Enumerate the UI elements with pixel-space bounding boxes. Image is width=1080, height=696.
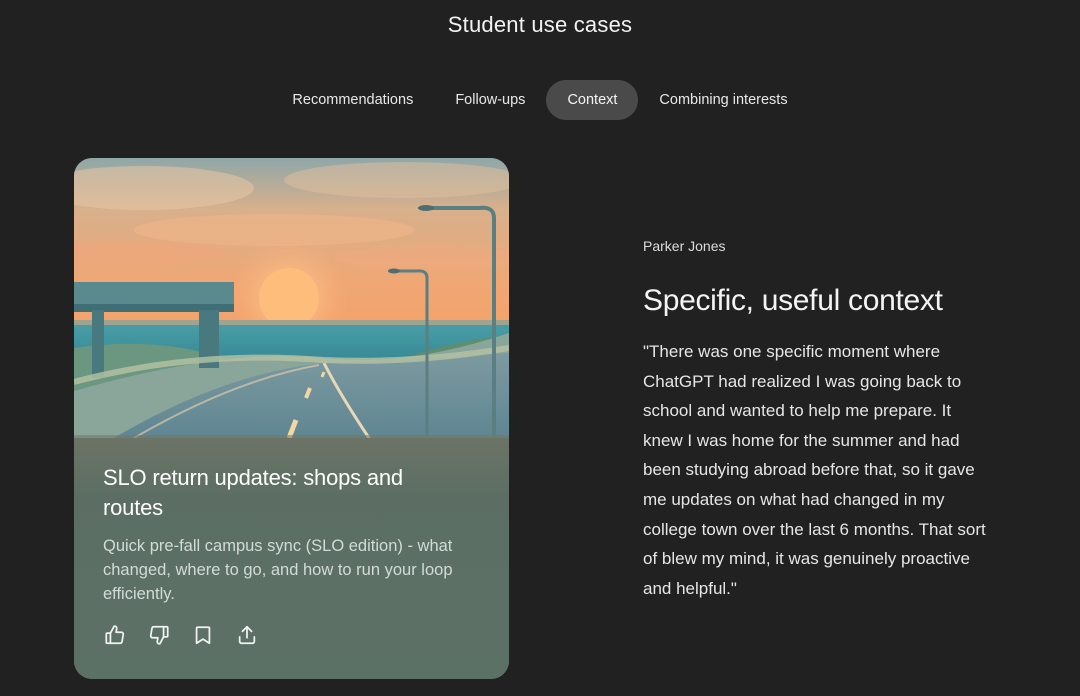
testimonial-quote: "There was one specific moment where Cha…: [643, 342, 986, 598]
use-case-card[interactable]: SLO return updates: shops and routes Qui…: [74, 158, 509, 679]
tab-follow-ups[interactable]: Follow-ups: [434, 80, 546, 120]
card-description: Quick pre-fall campus sync (SLO edition)…: [103, 537, 453, 603]
thumbs-up-icon: [105, 625, 125, 645]
thumbs-down-icon: [149, 625, 169, 645]
share-button[interactable]: [236, 624, 258, 646]
testimonial-heading: Specific, useful context: [643, 284, 943, 317]
bookmark-button[interactable]: [192, 624, 214, 646]
thumbs-down-button[interactable]: [148, 624, 170, 646]
thumbs-up-button[interactable]: [104, 624, 126, 646]
share-icon: [238, 625, 256, 645]
tab-recommendations[interactable]: Recommendations: [271, 80, 434, 120]
page-title: Student use cases: [447, 12, 633, 37]
bookmark-icon: [195, 626, 211, 645]
sunset-road-illustration: [74, 158, 509, 438]
testimonial-panel: Parker Jones Specific, useful context "T…: [643, 238, 1003, 603]
tab-combining-interests[interactable]: Combining interests: [638, 80, 808, 120]
card-title: SLO return updates: shops and routes: [103, 465, 403, 520]
testimonial-author: Parker Jones: [643, 238, 726, 254]
card-actions: [104, 624, 258, 646]
tab-context[interactable]: Context: [546, 80, 639, 120]
tab-bar: Recommendations Follow-ups Context Combi…: [0, 80, 1080, 120]
